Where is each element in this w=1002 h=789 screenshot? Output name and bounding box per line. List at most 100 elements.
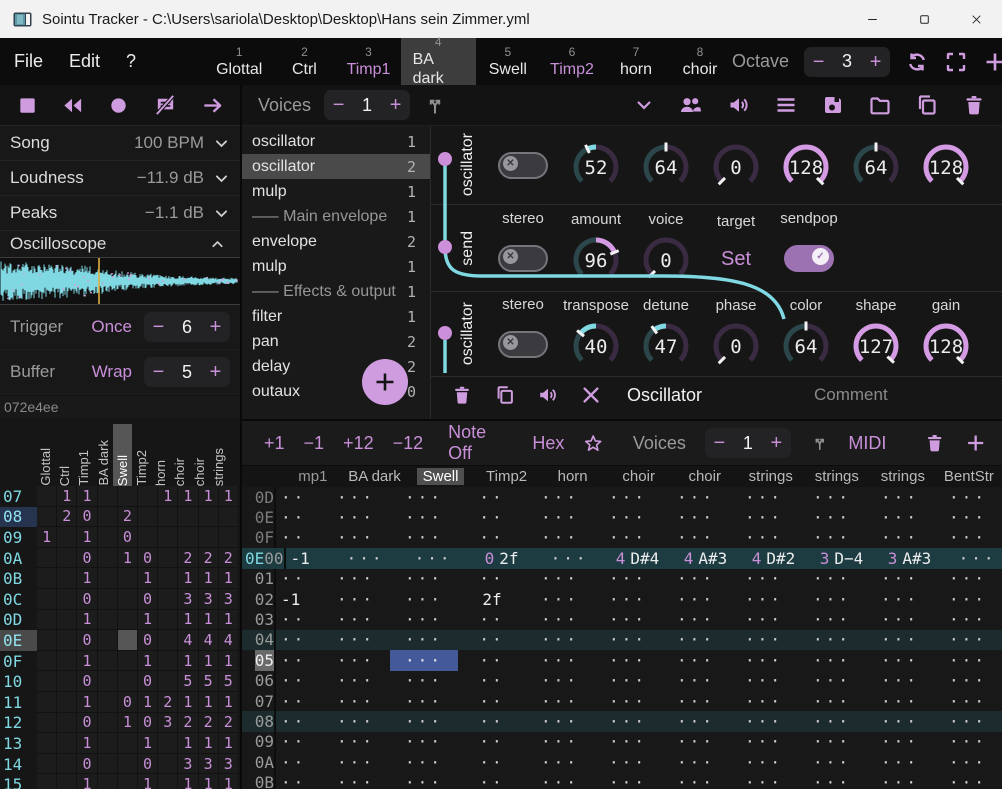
instrument-tab-timp2[interactable]: 6Timp2	[540, 38, 604, 85]
pattern-row-number[interactable]: 02	[255, 589, 274, 609]
pattern-cell[interactable]: ···	[730, 691, 798, 711]
pattern-cell[interactable]: -1	[286, 548, 332, 568]
song-cell[interactable]: 0	[77, 754, 97, 775]
pattern-cell[interactable]: ···	[594, 732, 662, 752]
disable-unit-icon[interactable]	[580, 384, 602, 406]
pattern-cell[interactable]: ···	[594, 752, 662, 772]
song-cell[interactable]	[98, 548, 118, 569]
sendpop-toggle[interactable]: ✓	[784, 245, 834, 272]
pattern-cell[interactable]: ···	[526, 650, 594, 670]
pattern-cell[interactable]: ···	[934, 691, 1002, 711]
pattern-track-header-choir[interactable]: choir	[606, 468, 672, 485]
pattern-cell[interactable]: ···	[866, 609, 934, 629]
song-cell[interactable]: 3	[199, 589, 219, 610]
pattern-track-header-choir[interactable]: choir	[672, 468, 738, 485]
song-cell[interactable]	[37, 568, 57, 589]
song-cell[interactable]: 0	[138, 713, 158, 734]
pattern-cell[interactable]: ···	[526, 732, 594, 752]
song-track-header-swell[interactable]: Swell	[113, 424, 132, 486]
pattern-cell[interactable]: ···	[866, 487, 934, 507]
pattern-cell[interactable]: ···	[798, 711, 866, 731]
pattern-cell[interactable]: ···	[866, 671, 934, 691]
song-cell[interactable]	[57, 754, 77, 775]
song-cell[interactable]	[158, 754, 178, 775]
pattern-row-number[interactable]: 0E	[255, 507, 274, 527]
copy-unit-icon[interactable]	[494, 384, 516, 406]
add-track-icon[interactable]	[965, 431, 986, 455]
hex-toggle[interactable]: Hex	[532, 433, 564, 454]
gain-knob[interactable]: 128	[915, 316, 977, 374]
pattern-cell[interactable]: ···	[390, 487, 458, 507]
pattern-cell[interactable]: ···	[798, 569, 866, 589]
pattern-cell[interactable]: -1	[276, 589, 322, 609]
pattern-cell[interactable]: ···	[798, 487, 866, 507]
song-cell[interactable]: 5	[219, 671, 239, 692]
pattern-row-number[interactable]: 00	[264, 548, 283, 568]
pattern-cell[interactable]: ··	[276, 732, 322, 752]
pattern-cell[interactable]: ···	[594, 487, 662, 507]
song-row-number[interactable]: 15	[0, 774, 37, 789]
pattern-cell[interactable]: ···	[934, 528, 1002, 548]
song-cell[interactable]	[37, 610, 57, 631]
pattern-cell[interactable]: ···	[390, 569, 458, 589]
track-voices-increment-button[interactable]: +	[762, 429, 791, 457]
song-cell[interactable]	[37, 754, 57, 775]
song-cell[interactable]	[158, 507, 178, 528]
song-cell[interactable]: 2	[219, 713, 239, 734]
pattern-track-header-ba-dark[interactable]: BA dark	[341, 468, 407, 485]
pattern-cell[interactable]: ···	[662, 630, 730, 650]
song-row-number[interactable]: 12	[0, 713, 37, 734]
song-cell[interactable]	[158, 733, 178, 754]
song-cell[interactable]: 1	[77, 733, 97, 754]
pattern-cell[interactable]: ···	[390, 691, 458, 711]
song-cell[interactable]: 2	[199, 713, 219, 734]
pattern-cell[interactable]: ···	[866, 569, 934, 589]
param-knob[interactable]: 0	[705, 137, 767, 195]
unit-list-item-mulp[interactable]: mulp1	[242, 179, 430, 204]
song-cell[interactable]	[118, 651, 138, 672]
pattern-cell[interactable]: ···	[866, 711, 934, 731]
song-cell[interactable]	[57, 692, 77, 713]
meter-row-peaks[interactable]: Peaks−1.1 dB	[0, 196, 240, 231]
song-cell[interactable]	[158, 527, 178, 548]
pattern-cell[interactable]: ···	[730, 711, 798, 731]
pattern-cell[interactable]: ···	[934, 507, 1002, 527]
pattern-cell[interactable]: ···	[594, 650, 662, 670]
add-instrument-icon[interactable]	[983, 50, 1002, 74]
voice-knob[interactable]: 0	[635, 230, 697, 288]
pattern-cell[interactable]: ··	[458, 630, 526, 650]
pattern-cell[interactable]: ···	[322, 507, 390, 527]
pattern-cell[interactable]: ···	[662, 487, 730, 507]
pattern-cell[interactable]: ···	[390, 589, 458, 609]
pattern-cell[interactable]: 4D#4	[604, 548, 672, 568]
song-cell[interactable]	[98, 589, 118, 610]
pattern-cell[interactable]: ···	[798, 671, 866, 691]
pattern-cell[interactable]: ···	[662, 609, 730, 629]
pattern-cell[interactable]: ···	[866, 691, 934, 711]
pattern-cell[interactable]: ···	[322, 609, 390, 629]
pattern-cell[interactable]: ···	[934, 650, 1002, 670]
song-cell[interactable]	[219, 527, 239, 548]
pattern-cell[interactable]: ··	[458, 772, 526, 789]
song-cell[interactable]: 1	[199, 651, 219, 672]
pattern-cell[interactable]: ···	[798, 752, 866, 772]
pattern-row-number[interactable]: 05	[255, 650, 274, 670]
pattern-row-number[interactable]: 01	[255, 569, 274, 589]
pattern-cell[interactable]: ···	[934, 487, 1002, 507]
pattern-cell[interactable]: ···	[934, 609, 1002, 629]
song-cell[interactable]	[118, 568, 138, 589]
pattern-track-header-bentstr[interactable]: BentStr	[936, 468, 1002, 485]
pattern-cell[interactable]: ···	[322, 650, 390, 670]
unit-list-item-envelope[interactable]: envelope2	[242, 229, 430, 254]
song-cell[interactable]: 1	[219, 733, 239, 754]
song-cell[interactable]	[158, 774, 178, 789]
song-cell[interactable]: 2	[178, 713, 198, 734]
pattern-cell[interactable]: 2f	[458, 589, 526, 609]
unit-list-item-oscillator[interactable]: oscillator1	[242, 129, 430, 154]
pattern-cell[interactable]: ···	[322, 487, 390, 507]
pattern-cell[interactable]: ···	[798, 650, 866, 670]
song-cell[interactable]: 1	[77, 568, 97, 589]
pattern-cell[interactable]: ···	[594, 528, 662, 548]
song-cell[interactable]: 0	[77, 589, 97, 610]
song-cell[interactable]	[57, 651, 77, 672]
